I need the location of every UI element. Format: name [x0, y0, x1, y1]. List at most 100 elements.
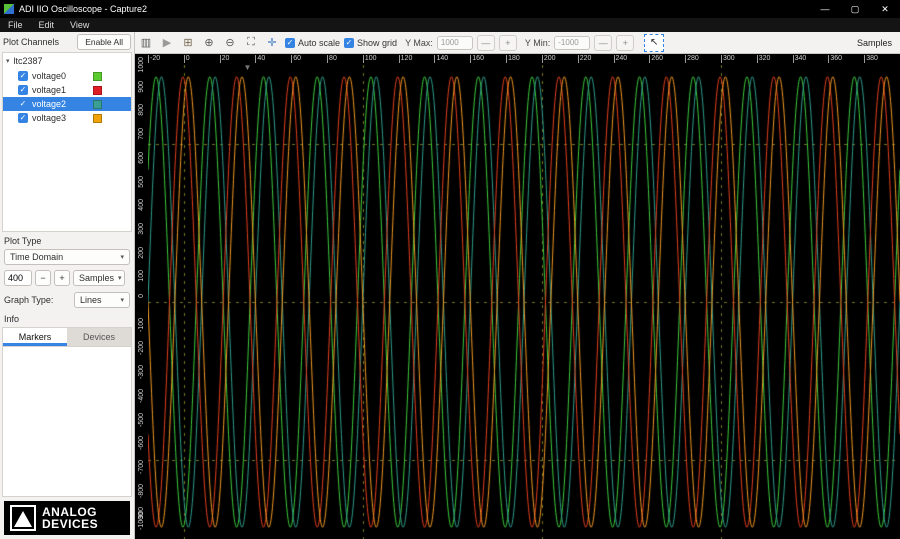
- x-tick-label: 80: [327, 55, 337, 63]
- channel-tree: ▾ ltc2387 ✓ voltage0 ✓ voltage1 ✓ voltage2 ✓ vo…: [2, 52, 132, 232]
- y-max-decrement-button[interactable]: —: [476, 34, 495, 51]
- y-tick-label: -800: [138, 483, 145, 498]
- zoom-in-icon[interactable]: ⊕: [200, 34, 218, 52]
- y-tick-label: -400: [138, 388, 145, 403]
- x-tick-label: 160: [470, 55, 484, 63]
- x-tick-label: 20: [219, 55, 230, 63]
- maximize-button[interactable]: ▢: [840, 0, 870, 18]
- tab-devices[interactable]: Devices: [67, 328, 131, 346]
- channel-label: voltage3: [32, 113, 67, 123]
- x-tick-label: -20: [148, 55, 161, 63]
- y-tick-label: 500: [138, 175, 145, 188]
- enable-all-button[interactable]: Enable All: [77, 34, 131, 50]
- y-max-input[interactable]: [436, 35, 473, 50]
- info-label: Info: [4, 314, 20, 324]
- y-min-label: Y Min:: [524, 37, 551, 48]
- close-button[interactable]: ✕: [870, 0, 900, 18]
- cursor-tool-button[interactable]: ↖: [644, 33, 665, 52]
- waveform-canvas[interactable]: [148, 65, 900, 539]
- y-tick-label: 100: [138, 270, 145, 282]
- channel-color-swatch[interactable]: [93, 99, 102, 109]
- menu-view[interactable]: View: [62, 20, 97, 30]
- channel-color-swatch[interactable]: [93, 113, 102, 123]
- pan-icon[interactable]: ✛: [263, 34, 281, 52]
- checkbox-check-icon[interactable]: ✓: [285, 37, 295, 48]
- x-axis: -20 0 20 40 60 80 100 120 140 160 180 200 220 240 260 2…: [148, 54, 900, 65]
- show-grid-label: Show grid: [357, 37, 398, 48]
- plot-channels-label: Plot Channels: [3, 37, 60, 47]
- channel-checkbox[interactable]: ✓: [18, 99, 28, 109]
- auto-scale-label: Auto scale: [298, 37, 341, 48]
- channel-label: voltage2: [32, 99, 67, 109]
- chevron-down-icon: ▾: [120, 254, 124, 261]
- checkbox-check-icon[interactable]: ✓: [344, 37, 355, 48]
- y-axis: 1000 900 800 700 600 500 400 300 200 100 0 -100 -200…: [135, 57, 148, 539]
- y-tick-label: -100: [138, 317, 145, 332]
- y-tick-label: 400: [138, 199, 145, 211]
- channel-row-voltage0[interactable]: ✓ voltage0: [3, 69, 131, 83]
- channel-label: voltage0: [32, 71, 67, 81]
- x-tick-label: 0: [183, 55, 190, 63]
- chevron-down-icon: ▾: [120, 297, 124, 304]
- sample-count-increment-button[interactable]: +: [54, 270, 70, 286]
- y-tick-label: 1000: [138, 57, 145, 73]
- graph-type-label: Graph Type:: [4, 295, 54, 305]
- show-grid-checkbox[interactable]: ✓ Show grid: [344, 37, 398, 48]
- y-tick-label: -500: [138, 412, 145, 427]
- y-tick-label: 800: [138, 104, 145, 117]
- y-min-decrement-button[interactable]: —: [594, 34, 613, 51]
- new-window-icon[interactable]: ⊞: [179, 34, 197, 52]
- channel-checkbox[interactable]: ✓: [18, 71, 28, 81]
- analog-devices-logo: ANALOG DEVICES: [4, 501, 130, 535]
- y-min-increment-button[interactable]: +: [616, 34, 635, 51]
- title-bar: ADI IIO Oscilloscope - Capture2 — ▢ ✕: [0, 0, 900, 18]
- y-tick-label: -200: [138, 341, 145, 356]
- zoom-out-icon[interactable]: ⊖: [221, 34, 239, 52]
- channel-checkbox[interactable]: ✓: [18, 85, 28, 95]
- sample-unit-select[interactable]: Samples ▾: [73, 270, 125, 286]
- plot-type-value: Time Domain: [10, 252, 64, 262]
- zoom-fit-icon[interactable]: ⛶: [242, 34, 260, 52]
- channel-row-voltage3[interactable]: ✓ voltage3: [3, 111, 131, 125]
- channel-checkbox[interactable]: ✓: [18, 113, 28, 123]
- x-tick-label: 100: [362, 55, 377, 63]
- x-tick-label: 200: [541, 55, 556, 63]
- x-tick-label: 60: [291, 55, 302, 63]
- info-tabs: Markers Devices: [2, 327, 132, 346]
- graph-type-select[interactable]: Lines ▾: [74, 292, 130, 308]
- expander-icon[interactable]: ▾: [6, 57, 10, 65]
- auto-scale-checkbox[interactable]: ✓ Auto scale: [285, 37, 341, 48]
- y-tick-label: 200: [138, 246, 145, 259]
- x-tick-label: 320: [756, 55, 771, 63]
- channel-color-swatch[interactable]: [93, 71, 102, 81]
- y-max-increment-button[interactable]: +: [498, 34, 517, 51]
- x-tick-label: 120: [398, 55, 413, 63]
- graph-type-value: Lines: [80, 295, 102, 305]
- x-tick-label: 220: [577, 55, 592, 63]
- sample-count-decrement-button[interactable]: −: [35, 270, 51, 286]
- tab-markers[interactable]: Markers: [3, 328, 67, 346]
- menu-edit[interactable]: Edit: [31, 20, 63, 30]
- x-tick-label: 360: [828, 55, 843, 63]
- minimize-button[interactable]: —: [810, 0, 840, 18]
- sample-unit-value: Samples: [79, 273, 115, 283]
- channel-row-voltage1[interactable]: ✓ voltage1: [3, 83, 131, 97]
- time-marker-icon[interactable]: ▼: [243, 63, 251, 72]
- plot-windows-icon[interactable]: ▥: [137, 34, 155, 52]
- x-tick-label: 240: [613, 55, 628, 63]
- channel-row-voltage2[interactable]: ✓ voltage2: [3, 97, 131, 111]
- plot-type-select[interactable]: Time Domain ▾: [4, 249, 130, 265]
- device-row[interactable]: ▾ ltc2387: [3, 53, 131, 69]
- plot-type-label: Plot Type: [4, 236, 42, 246]
- y-tick-label: 600: [138, 151, 145, 164]
- y-min-input[interactable]: [554, 35, 591, 50]
- channel-color-swatch[interactable]: [93, 85, 102, 95]
- play-icon[interactable]: ▶: [158, 34, 176, 52]
- sample-count-input[interactable]: [4, 270, 32, 286]
- oscilloscope-plot[interactable]: -20 0 20 40 60 80 100 120 140 160 180 200 220 240 260 2…: [135, 54, 900, 539]
- x-tick-label: 140: [434, 55, 449, 63]
- menu-file[interactable]: File: [0, 20, 31, 30]
- window-title: ADI IIO Oscilloscope - Capture2: [19, 4, 148, 14]
- chevron-down-icon: ▾: [118, 275, 122, 282]
- y-tick-label: -600: [138, 436, 145, 451]
